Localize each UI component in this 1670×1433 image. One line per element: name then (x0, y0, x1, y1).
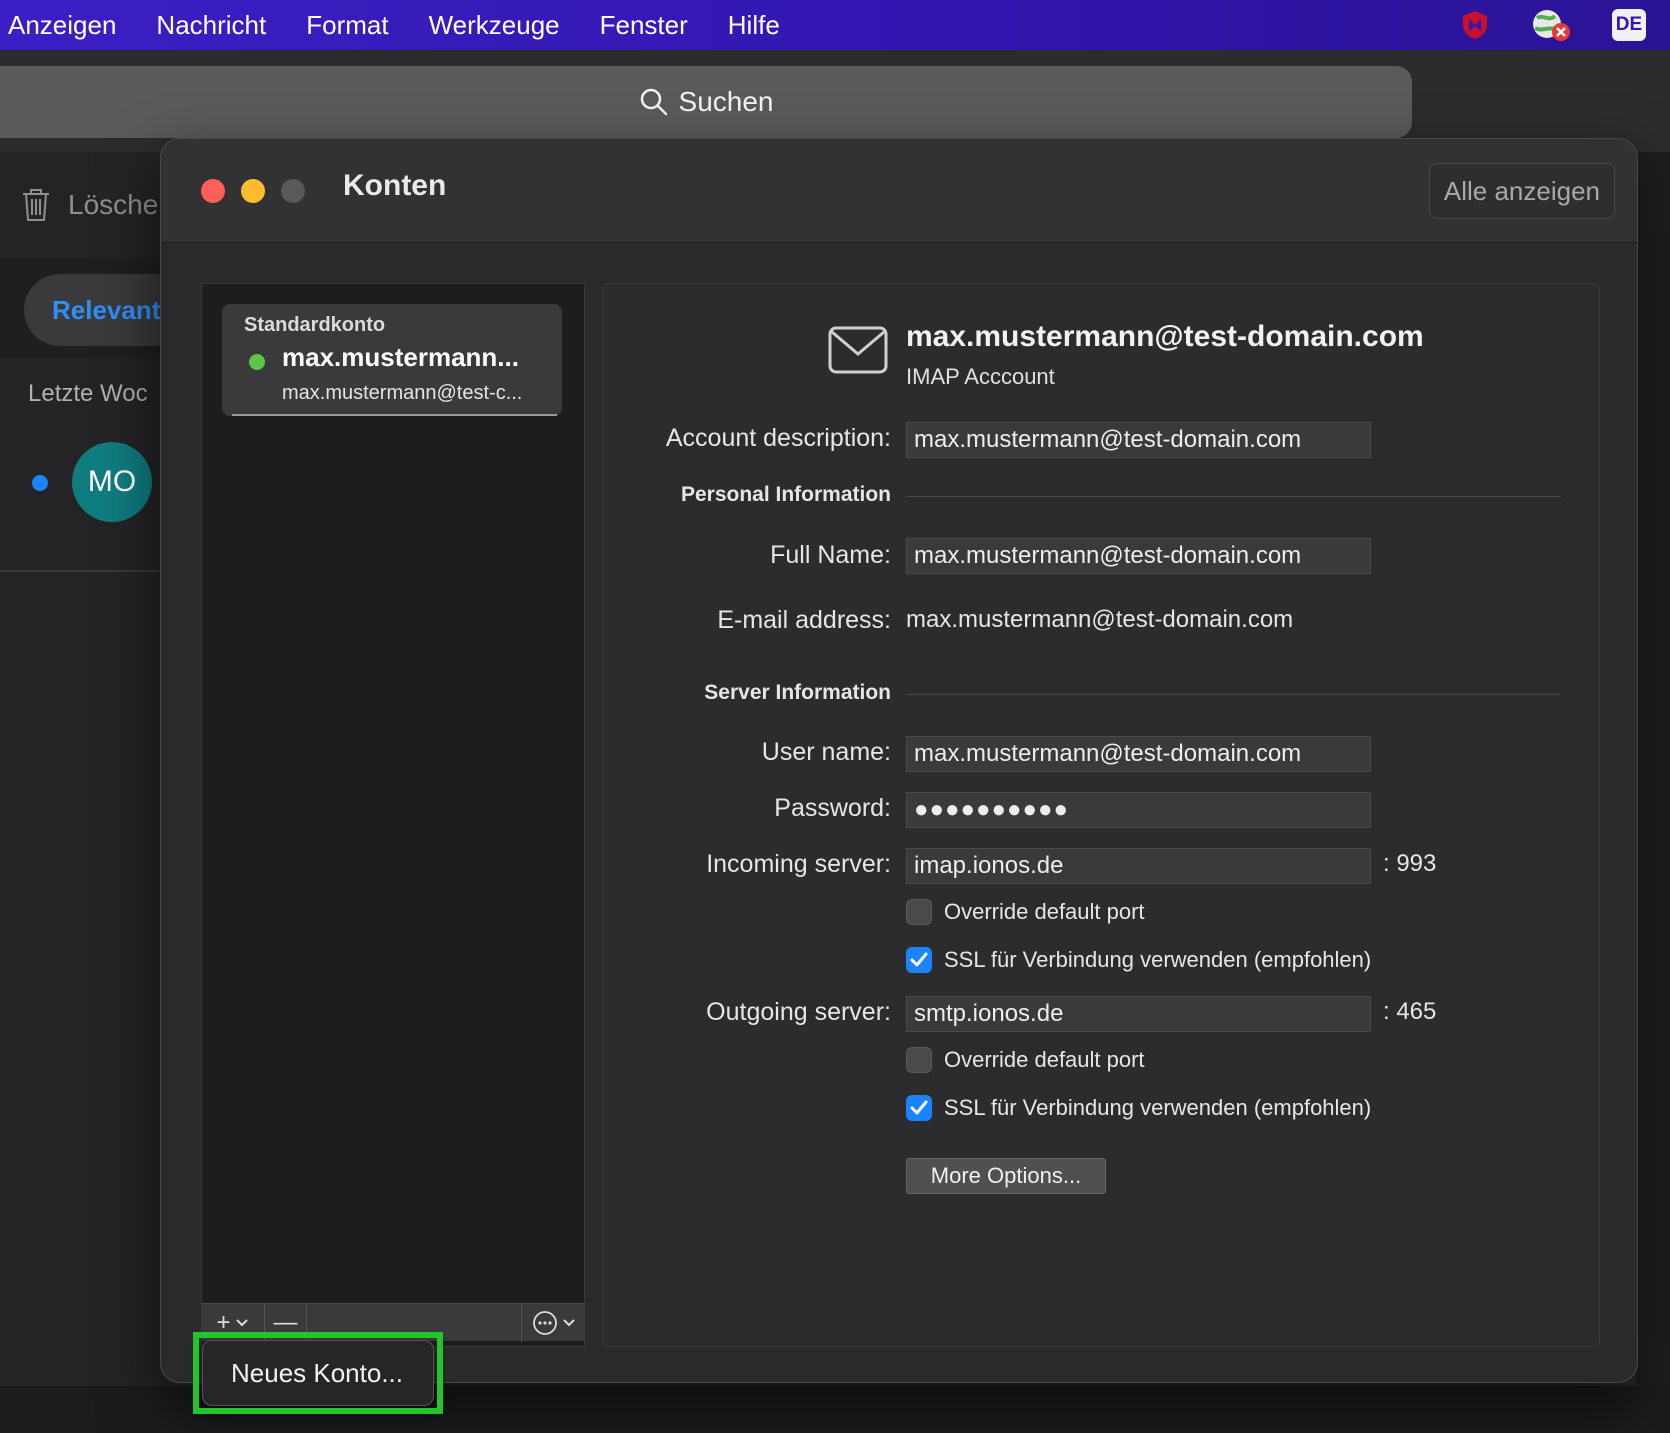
account-email: max.mustermann@test-c... (282, 382, 523, 404)
user-name-label: User name: (761, 738, 891, 766)
divider (906, 694, 1561, 695)
email-address-label: E-mail address: (717, 606, 891, 634)
mcafee-shield-icon[interactable] (1458, 8, 1492, 42)
chevron-down-icon (562, 1319, 575, 1327)
menu-bar: Anzeigen Nachricht Format Werkzeuge Fens… (0, 0, 1670, 50)
account-description-label: Account description: (665, 424, 891, 452)
reading-pane-edge (1636, 152, 1670, 1433)
full-name-field[interactable]: max.mustermann@test-domain.com (906, 538, 1371, 574)
account-kind-label: Standardkonto (244, 314, 386, 336)
checkbox-label: Override default port (944, 1047, 1145, 1072)
unread-dot (32, 475, 48, 491)
selection-underline (232, 414, 557, 416)
incoming-server-field[interactable]: imap.ionos.de (906, 848, 1371, 884)
full-name-label: Full Name: (770, 541, 891, 569)
chevron-down-icon (235, 1319, 248, 1327)
menu-anzeigen[interactable]: Anzeigen (0, 0, 136, 50)
dialog-title: Konten (343, 169, 447, 202)
avatar: MO (72, 442, 152, 522)
email-address-value: max.mustermann@test-domain.com (906, 606, 1294, 633)
accounts-dialog: Konten Alle anzeigen Standardkonto max.m… (160, 138, 1638, 1383)
account-description-field[interactable]: max.mustermann@test-domain.com (906, 422, 1371, 458)
checkbox-label: SSL für Verbindung verwenden (empfohlen) (944, 947, 1372, 972)
trash-icon (23, 189, 49, 221)
input-source-badge[interactable]: DE (1612, 9, 1646, 41)
user-name-field[interactable]: max.mustermann@test-domain.com (906, 736, 1371, 772)
menu-hilfe[interactable]: Hilfe (708, 0, 800, 50)
show-all-button[interactable]: Alle anzeigen (1428, 163, 1615, 219)
outgoing-server-field[interactable]: smtp.ionos.de (906, 996, 1371, 1032)
checkbox-unchecked[interactable] (906, 1047, 932, 1073)
account-type: IMAP Acccount (906, 364, 1055, 389)
account-detail-panel: max.mustermann@test-domain.com IMAP Accc… (602, 283, 1600, 1347)
account-name: max.mustermann... (282, 342, 519, 372)
search-label: Suchen (678, 86, 774, 117)
status-online-icon (249, 354, 265, 370)
ellipsis-circle-icon (532, 1311, 557, 1335)
divider (0, 570, 170, 572)
search-icon (640, 88, 667, 116)
outgoing-override-port-checkbox[interactable]: Override default port (906, 1045, 1145, 1075)
checkbox-unchecked[interactable] (906, 899, 932, 925)
dialog-titlebar: Konten Alle anzeigen (161, 139, 1637, 243)
checkmark-icon (910, 1100, 928, 1115)
more-options-button[interactable]: More Options... (906, 1158, 1106, 1194)
menu-nachricht[interactable]: Nachricht (136, 0, 286, 50)
delete-label: Lösche (68, 189, 159, 220)
checkbox-checked[interactable] (906, 947, 932, 973)
outgoing-server-label: Outgoing server: (706, 998, 891, 1026)
search-field[interactable]: Suchen (0, 66, 1412, 138)
zoom-window-button (281, 179, 305, 203)
envelope-icon (828, 326, 888, 374)
close-window-button[interactable] (201, 179, 225, 203)
menu-werkzeuge[interactable]: Werkzeuge (409, 0, 580, 50)
incoming-override-port-checkbox[interactable]: Override default port (906, 897, 1145, 927)
incoming-ssl-checkbox[interactable]: SSL für Verbindung verwenden (empfohlen) (906, 945, 1371, 975)
password-label: Password: (774, 794, 891, 822)
account-list: Standardkonto max.mustermann... max.must… (201, 283, 585, 1347)
server-information-heading: Server Information (704, 681, 891, 704)
minimize-window-button[interactable] (241, 179, 265, 203)
personal-information-heading: Personal Information (680, 483, 891, 506)
checkmark-icon (910, 952, 928, 967)
incoming-port: : 993 (1383, 850, 1437, 877)
outgoing-ssl-checkbox[interactable]: SSL für Verbindung verwenden (empfohlen) (906, 1093, 1371, 1123)
group-header-last-week: Letzte Woc (28, 380, 148, 407)
menu-format[interactable]: Format (286, 0, 408, 50)
highlight-box (193, 1332, 443, 1414)
menu-fenster[interactable]: Fenster (580, 0, 708, 50)
account-list-item[interactable]: Standardkonto max.mustermann... max.must… (222, 304, 562, 416)
account-actions-button[interactable] (521, 1304, 585, 1342)
checkbox-label: Override default port (944, 899, 1145, 924)
incoming-server-label: Incoming server: (706, 850, 891, 878)
delete-button[interactable]: Lösche (20, 185, 158, 225)
divider (906, 496, 1561, 497)
globe-error-icon[interactable] (1528, 8, 1574, 42)
checkbox-label: SSL für Verbindung verwenden (empfohlen) (944, 1095, 1372, 1120)
outgoing-port: : 465 (1383, 998, 1437, 1025)
checkbox-checked[interactable] (906, 1095, 932, 1121)
password-field[interactable]: ●●●●●●●●●● (906, 792, 1371, 828)
account-title: max.mustermann@test-domain.com (906, 320, 1424, 353)
